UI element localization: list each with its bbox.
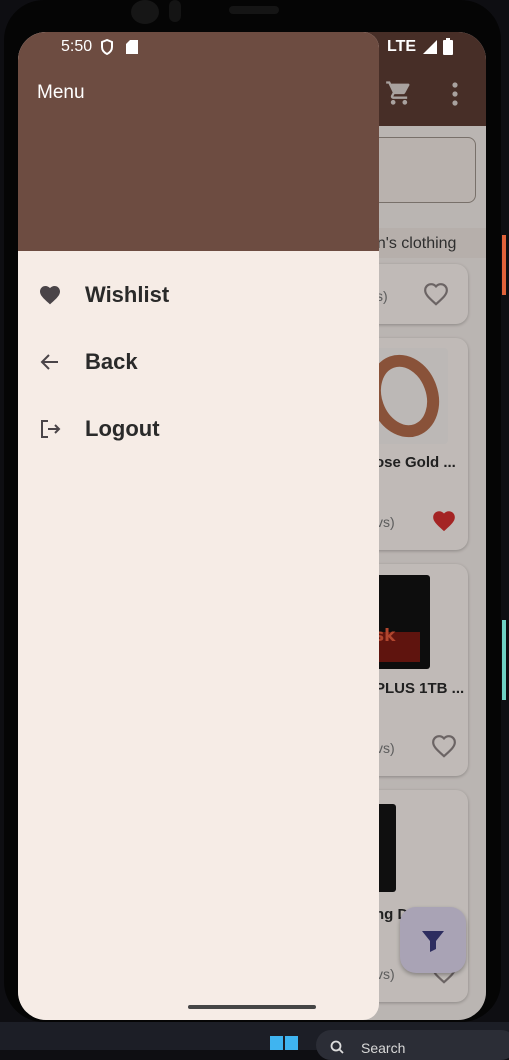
drawer-item-label: Wishlist [85, 282, 170, 307]
shield-icon [101, 39, 113, 55]
desktop-edge-accent [502, 620, 506, 700]
earpiece-speaker [229, 6, 279, 14]
sd-card-icon [126, 40, 138, 54]
drawer-item-logout[interactable]: Logout [18, 401, 379, 457]
navigation-drawer: Menu Wishlist Back Logout [18, 32, 379, 1020]
phone-screen: en's clothing s) ose Gold ... vs) PLUS 1… [18, 32, 486, 1020]
drawer-item-wishlist[interactable]: Wishlist [18, 267, 379, 323]
logout-icon [41, 420, 61, 438]
network-type: LTE [387, 38, 417, 55]
taskbar-search[interactable] [316, 1030, 509, 1060]
heart-icon [40, 286, 60, 305]
drawer-title: Menu [37, 82, 85, 103]
arrow-left-icon [40, 354, 58, 370]
battery-icon [443, 38, 453, 55]
gesture-home-bar[interactable] [188, 1005, 316, 1009]
taskbar-search-label: Search [361, 1040, 406, 1056]
status-time: 5:50 [61, 38, 93, 55]
drawer-item-label: Logout [85, 416, 160, 441]
camera-sensor [169, 0, 181, 22]
signal-icon [423, 40, 437, 54]
drawer-header [18, 32, 379, 251]
drawer-item-label: Back [85, 349, 138, 374]
drawer-item-back[interactable]: Back [18, 334, 379, 390]
front-camera [131, 0, 159, 24]
windows-start-icon[interactable] [270, 1036, 298, 1050]
desktop-edge-accent [502, 235, 506, 295]
search-icon [330, 1040, 344, 1054]
